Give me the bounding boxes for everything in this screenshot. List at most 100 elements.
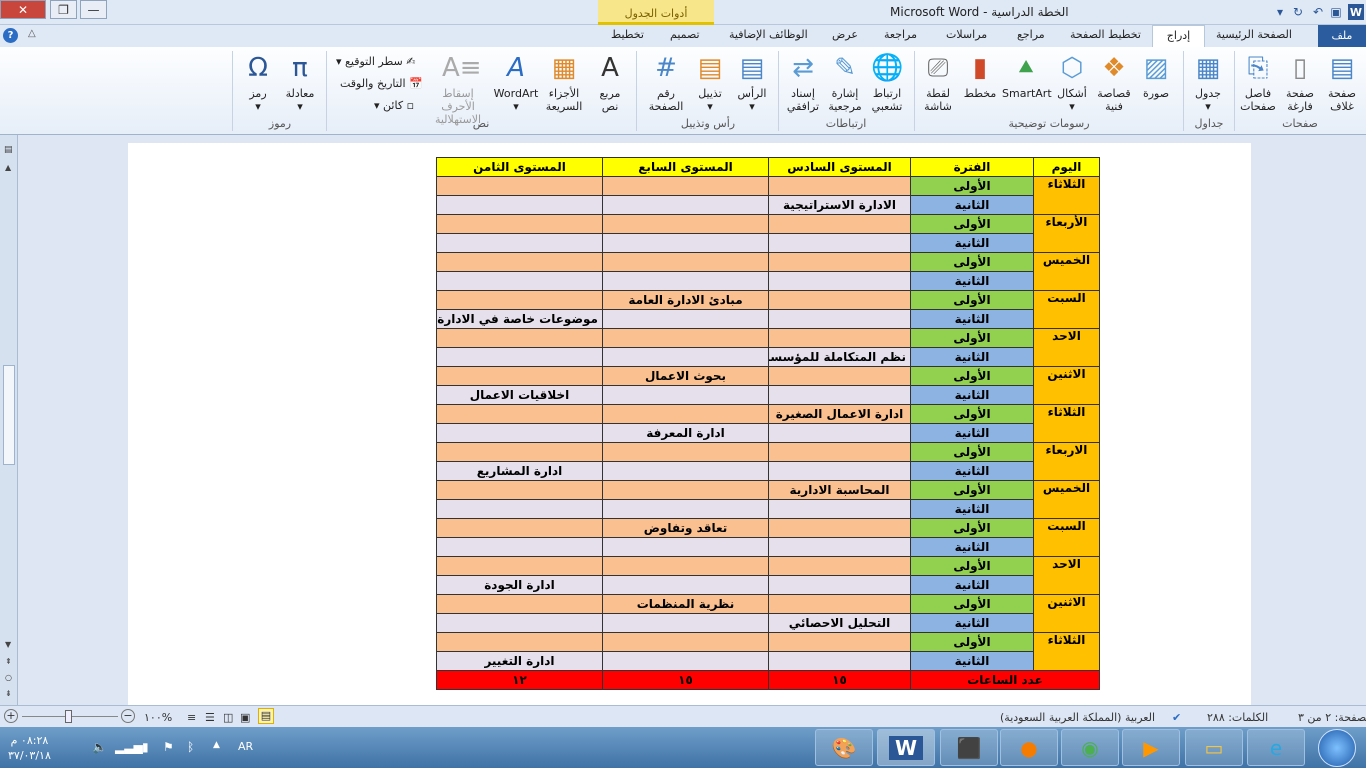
clipart-button[interactable]: ❖ قصاصة فنية [1094,52,1134,113]
course-cell[interactable] [602,537,769,557]
blank-page-button[interactable]: ▯ صفحة فارغة [1280,52,1320,113]
course-cell[interactable]: نظم المتكاملة للمؤسسك [768,347,911,367]
course-cell[interactable]: الادارة الاستراتيجية [768,195,911,215]
footer-button[interactable]: ▤ تذييل ▾ [690,52,730,113]
course-cell[interactable] [602,214,769,234]
total-hours-cell[interactable]: ١٥ [602,670,769,690]
day-cell[interactable]: الثلاثاء [1033,632,1100,671]
outline-view-icon[interactable]: ☰ [205,711,215,724]
period-cell[interactable]: الثانية [910,537,1034,557]
taskbar-pdf-icon[interactable]: ⬛ [940,729,998,766]
course-cell[interactable] [768,594,911,614]
period-cell[interactable]: الثانية [910,499,1034,519]
day-cell[interactable]: الثلاثاء [1033,404,1100,443]
course-cell[interactable] [602,271,769,291]
web-layout-view-icon[interactable]: ◫ [223,711,233,724]
power-icon[interactable]: ▮ [142,740,149,754]
course-cell[interactable] [768,442,911,462]
course-cell[interactable] [602,328,769,348]
symbol-button[interactable]: Ω رمز ▾ [238,52,278,113]
zoom-slider-thumb[interactable] [65,710,72,723]
tab-view[interactable]: عرض [832,28,858,41]
course-cell[interactable] [768,461,911,481]
datetime-button[interactable]: التاريخ والوقت 📅 [340,77,423,90]
zoom-out-icon[interactable]: − [121,709,135,723]
course-cell[interactable] [768,271,911,291]
course-cell[interactable] [602,195,769,215]
system-clock[interactable]: ٠٨:٢٨ م ٣٧/٠٣/١٨ [8,733,51,763]
restore-window-button[interactable]: ❐ [50,0,77,19]
crossref-button[interactable]: ⇄ إسناد ترافقي [782,52,824,113]
period-cell[interactable]: الثانية [910,271,1034,291]
course-cell[interactable] [436,518,603,538]
day-cell[interactable]: الأربعاء [1033,214,1100,253]
period-cell[interactable]: الثانية [910,613,1034,633]
tab-mailings[interactable]: مراسلات [946,28,987,41]
course-cell[interactable] [436,271,603,291]
close-window-button[interactable]: ✕ [0,0,46,19]
course-cell[interactable] [436,328,603,348]
object-button[interactable]: ▾ كائن ▫ [374,99,414,112]
course-cell[interactable] [768,499,911,519]
tab-references[interactable]: مراجع [1017,28,1045,41]
taskbar-ie-icon[interactable]: e [1247,729,1305,766]
course-cell[interactable] [602,233,769,253]
page-break-button[interactable]: ⎘ فاصل صفحات [1238,52,1278,113]
period-cell[interactable]: الأولى [910,252,1034,272]
vertical-scrollbar[interactable]: ▤ ▲ ▼ ⇞ ○ ⇟ [0,135,18,705]
dropcap-button[interactable]: A≡ إسقاط الأحرف الاستهلالية [426,52,490,126]
word-count-status[interactable]: الكلمات: ٢٨٨ [1207,711,1268,724]
course-cell[interactable] [436,195,603,215]
course-cell[interactable] [602,480,769,500]
course-cell[interactable] [768,575,911,595]
taskbar-explorer-icon[interactable]: ▭ [1185,729,1243,766]
chart-button[interactable]: ▮ مخطط [960,52,1000,100]
redo-icon[interactable]: ↻ [1290,4,1306,20]
day-cell[interactable]: الاحد [1033,556,1100,595]
course-cell[interactable]: موضوعات خاصة في الادارة [436,309,603,329]
screenshot-button[interactable]: ⎚ لقطة شاشة [918,52,958,113]
course-cell[interactable] [436,366,603,386]
language-status[interactable]: العربية (المملكة العربية السعودية) [1000,711,1155,724]
save-icon[interactable]: ▣ [1328,4,1344,20]
period-cell[interactable]: الثانية [910,575,1034,595]
next-page-icon[interactable]: ⇟ [5,689,12,698]
course-cell[interactable]: اخلاقيات الاعمال [436,385,603,405]
day-cell[interactable]: الاحد [1033,328,1100,367]
course-cell[interactable] [768,632,911,652]
course-cell[interactable] [768,290,911,310]
schedule-table[interactable]: اليوم الفترة المستوى السادس المستوى السابع ا… [436,157,1100,690]
course-cell[interactable] [436,176,603,196]
course-cell[interactable] [768,556,911,576]
table-header-cell[interactable]: اليوم [1033,157,1100,177]
undo-icon[interactable]: ↶ [1310,4,1326,20]
course-cell[interactable] [436,499,603,519]
course-cell[interactable]: نظرية المنظمات [602,594,769,614]
course-cell[interactable]: تعاقد وتفاوض [602,518,769,538]
day-cell[interactable]: الاربعاء [1033,442,1100,481]
course-cell[interactable]: ادارة الجودة [436,575,603,595]
header-button[interactable]: ▤ الرأس ▾ [732,52,772,113]
taskbar-firefox-icon[interactable]: ● [1000,729,1058,766]
course-cell[interactable] [768,309,911,329]
tab-insert[interactable]: إدراج [1152,25,1205,48]
hyperlink-button[interactable]: 🌐 ارتباط تشعبي [866,52,908,113]
course-cell[interactable] [436,233,603,253]
course-cell[interactable]: ادارة التغيير [436,651,603,671]
course-cell[interactable] [602,252,769,272]
course-cell[interactable] [436,404,603,424]
course-cell[interactable]: التحليل الاحصائي [768,613,911,633]
signature-line-button[interactable]: ▾ سطر التوقيع ✍ [336,55,415,68]
tab-review[interactable]: مراجعة [884,28,917,41]
draft-view-icon[interactable]: ≡ [187,711,196,724]
table-header-cell[interactable]: المستوى السابع [602,157,769,177]
period-cell[interactable]: الأولى [910,214,1034,234]
course-cell[interactable] [602,556,769,576]
scroll-up-icon[interactable]: ▲ [5,163,11,172]
course-cell[interactable] [768,328,911,348]
course-cell[interactable]: المحاسبة الادارية [768,480,911,500]
taskbar-media-player-icon[interactable]: ▶ [1122,729,1180,766]
tab-home[interactable]: الصفحة الرئيسية [1216,28,1292,41]
total-hours-cell[interactable]: ١٢ [436,670,603,690]
period-cell[interactable]: الأولى [910,556,1034,576]
